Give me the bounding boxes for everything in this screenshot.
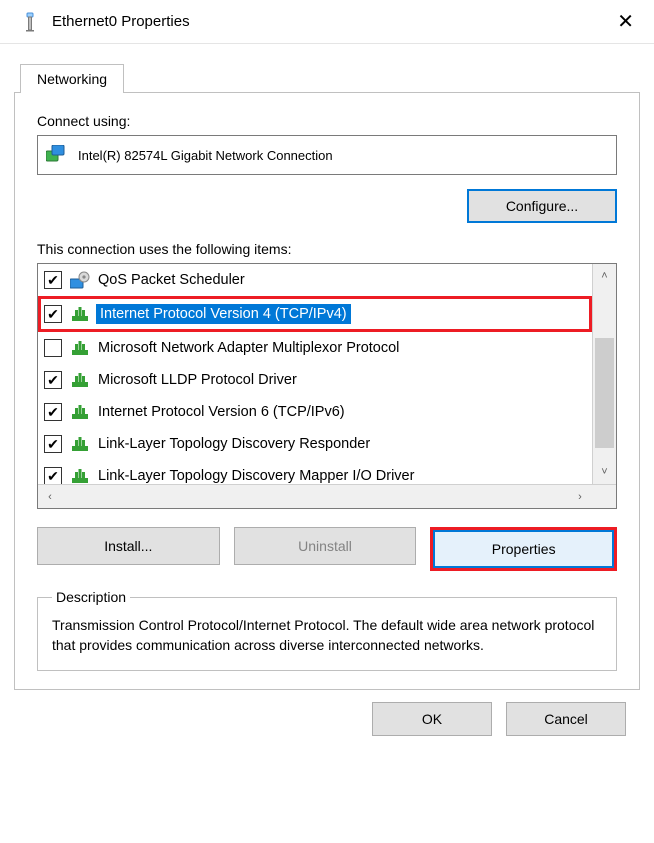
window-icon [20, 12, 40, 32]
items-label: This connection uses the following items… [37, 241, 617, 257]
adapter-box[interactable]: Intel(R) 82574L Gigabit Network Connecti… [37, 135, 617, 175]
ok-button[interactable]: OK [372, 702, 492, 736]
checkbox[interactable]: ✔ [44, 371, 62, 389]
tab-networking[interactable]: Networking [20, 64, 124, 93]
checkbox[interactable]: ✔ [44, 271, 62, 289]
scroll-track[interactable] [593, 288, 616, 460]
item-buttons-row: Install... Uninstall Properties [37, 527, 617, 571]
description-group: Description Transmission Control Protoco… [37, 589, 617, 671]
scroll-down-arrow-icon[interactable]: ˅ [593, 460, 616, 484]
properties-button-callout: Properties [430, 527, 617, 571]
install-button[interactable]: Install... [37, 527, 220, 565]
scroll-right-arrow-icon[interactable]: › [568, 485, 592, 508]
list-item[interactable]: ✔ Microsoft LLDP Protocol Driver [38, 364, 592, 396]
hscroll-track[interactable] [62, 485, 568, 508]
scroll-thumb[interactable] [595, 338, 614, 448]
description-text: Transmission Control Protocol/Internet P… [52, 615, 602, 656]
uninstall-button: Uninstall [234, 527, 417, 565]
adapter-name: Intel(R) 82574L Gigabit Network Connecti… [78, 148, 333, 163]
list-item-label: QoS Packet Scheduler [98, 272, 245, 288]
protocol-icon [70, 305, 90, 323]
gear-icon [70, 271, 90, 289]
checkbox[interactable]: ✔ [44, 467, 62, 484]
list-item[interactable]: ✔ Link-Layer Topology Discovery Mapper I/… [38, 460, 592, 484]
protocol-icon [70, 403, 90, 421]
description-legend: Description [52, 589, 130, 605]
list-item-label: Microsoft Network Adapter Multiplexor Pr… [98, 340, 399, 356]
tab-strip: Networking [20, 58, 640, 92]
scroll-corner [592, 485, 616, 508]
list-item[interactable]: ✔ Internet Protocol Version 6 (TCP/IPv6) [38, 396, 592, 428]
protocol-icon [70, 467, 90, 484]
checkbox[interactable]: ✔ [44, 435, 62, 453]
connection-items-listbox: ✔ QoS Packet Scheduler ✔ Internet Protocol … [37, 263, 617, 509]
protocol-icon [70, 339, 90, 357]
list-item[interactable]: Microsoft Network Adapter Multiplexor Pr… [38, 332, 592, 364]
tab-panel-networking: Connect using: Intel(R) 82574L Gigabit N… [14, 92, 640, 690]
horizontal-scrollbar[interactable]: ‹ › [38, 484, 616, 508]
list-item[interactable]: ✔ Internet Protocol Version 4 (TCP/IPv4) [41, 299, 589, 329]
cancel-button[interactable]: Cancel [506, 702, 626, 736]
list-item[interactable]: ✔ Link-Layer Topology Discovery Responder [38, 428, 592, 460]
vertical-scrollbar[interactable]: ˄ ˅ [592, 264, 616, 484]
configure-row: Configure... [37, 189, 617, 223]
list-item-label: Internet Protocol Version 4 (TCP/IPv4) [96, 304, 351, 324]
protocol-icon [70, 435, 90, 453]
list-item-label: Microsoft LLDP Protocol Driver [98, 372, 297, 388]
checkbox[interactable]: ✔ [44, 305, 62, 323]
scroll-left-arrow-icon[interactable]: ‹ [38, 485, 62, 508]
connect-using-label: Connect using: [37, 113, 617, 129]
checkbox[interactable] [44, 339, 62, 357]
dialog-body: Networking Connect using: Intel(R) 82574… [0, 44, 654, 750]
close-button[interactable]: ✕ [609, 8, 642, 36]
title-bar: Ethernet0 Properties ✕ [0, 0, 654, 44]
configure-button[interactable]: Configure... [467, 189, 617, 223]
properties-button[interactable]: Properties [433, 530, 614, 568]
dialog-footer: OK Cancel [14, 690, 640, 736]
list-item-label: Link-Layer Topology Discovery Mapper I/O… [98, 468, 414, 484]
protocol-icon [70, 371, 90, 389]
network-adapter-icon [46, 145, 68, 165]
list-item-label: Link-Layer Topology Discovery Responder [98, 436, 370, 452]
window-title: Ethernet0 Properties [52, 13, 609, 30]
scroll-up-arrow-icon[interactable]: ˄ [593, 264, 616, 288]
list-item-callout: ✔ Internet Protocol Version 4 (TCP/IPv4) [38, 296, 592, 332]
list-item[interactable]: ✔ QoS Packet Scheduler [38, 264, 592, 296]
checkbox[interactable]: ✔ [44, 403, 62, 421]
list-item-label: Internet Protocol Version 6 (TCP/IPv6) [98, 404, 345, 420]
